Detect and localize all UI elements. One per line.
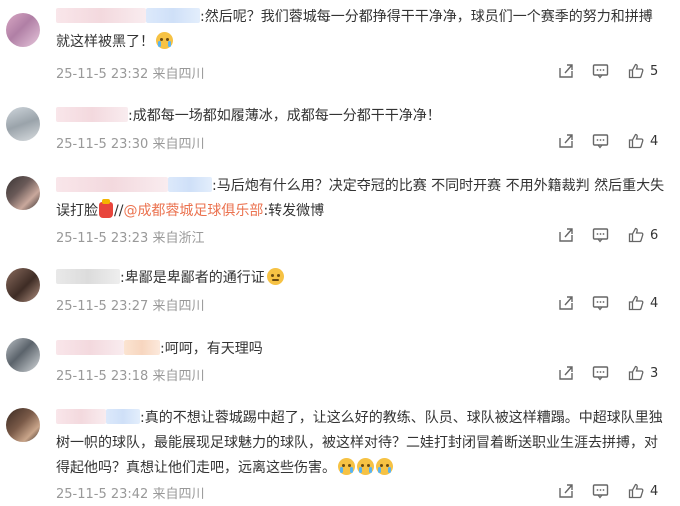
gift-emoji-icon (99, 199, 113, 218)
like-button[interactable]: 4 (628, 483, 658, 499)
thumb-up-icon (628, 365, 644, 381)
username-blurred[interactable] (168, 177, 212, 192)
comment-icon[interactable] (592, 365, 609, 381)
thumb-up-icon (628, 133, 644, 149)
username-blurred[interactable] (56, 107, 128, 122)
avatar[interactable] (6, 408, 40, 442)
crying-emoji-icon (338, 458, 355, 475)
comment-text: :卑鄙是卑鄙者的通行证 (120, 270, 265, 286)
username-blurred[interactable] (106, 409, 140, 424)
avatar[interactable] (6, 338, 40, 372)
avatar[interactable] (6, 13, 40, 47)
comment-icon[interactable] (592, 63, 609, 79)
comment-icon[interactable] (592, 133, 609, 149)
mention-link[interactable]: @成都蓉城足球俱乐部 (123, 203, 263, 219)
share-icon[interactable] (558, 483, 574, 499)
comment-meta: 25-11-5 23:32 来自四川 (56, 67, 205, 82)
avatar[interactable] (6, 107, 40, 141)
crying-emoji-icon (156, 32, 173, 49)
like-count: 5 (650, 63, 659, 79)
like-count: 4 (650, 133, 659, 149)
share-icon[interactable] (558, 63, 574, 79)
thumb-up-icon (628, 483, 644, 499)
username-blurred[interactable] (56, 269, 120, 284)
username-blurred[interactable] (124, 340, 160, 355)
share-icon[interactable] (558, 133, 574, 149)
like-count: 3 (650, 365, 659, 381)
like-button[interactable]: 4 (628, 133, 658, 149)
like-button[interactable]: 3 (628, 365, 658, 381)
share-icon[interactable] (558, 365, 574, 381)
comment-icon[interactable] (592, 483, 609, 499)
like-button[interactable]: 4 (628, 295, 658, 311)
comment-text: :成都每一场都如履薄冰，成都每一分都干干净净！ (128, 108, 441, 124)
comment-icon[interactable] (592, 227, 609, 243)
thinking-emoji-icon (266, 268, 284, 285)
comment-meta: 25-11-5 23:23 来自浙江 (56, 231, 205, 246)
comment-meta: 25-11-5 23:27 来自四川 (56, 299, 205, 314)
like-button[interactable]: 6 (628, 227, 658, 243)
comment-icon[interactable] (592, 295, 609, 311)
like-button[interactable]: 5 (628, 63, 658, 79)
like-count: 6 (650, 227, 659, 243)
username-blurred[interactable] (56, 409, 106, 424)
comment-meta: 25-11-5 23:18 来自四川 (56, 369, 205, 384)
comment-meta: 25-11-5 23:30 来自四川 (56, 137, 205, 152)
thumb-up-icon (628, 63, 644, 79)
share-icon[interactable] (558, 227, 574, 243)
username-blurred[interactable] (56, 340, 124, 355)
thumb-up-icon (628, 227, 644, 243)
comment-text-suffix: :转发微博 (263, 203, 325, 219)
like-count: 4 (650, 483, 659, 499)
crying-emoji-icon (357, 458, 374, 475)
username-blurred[interactable] (146, 8, 200, 23)
comment-meta: 25-11-5 23:42 来自四川 (56, 487, 205, 502)
comment-text: :呵呵，有天理吗 (160, 341, 263, 357)
crying-emoji-icon (376, 458, 393, 475)
avatar[interactable] (6, 268, 40, 302)
thumb-up-icon (628, 295, 644, 311)
avatar[interactable] (6, 176, 40, 210)
like-count: 4 (650, 295, 659, 311)
username-blurred[interactable] (56, 177, 168, 192)
share-icon[interactable] (558, 295, 574, 311)
username-blurred[interactable] (56, 8, 146, 23)
